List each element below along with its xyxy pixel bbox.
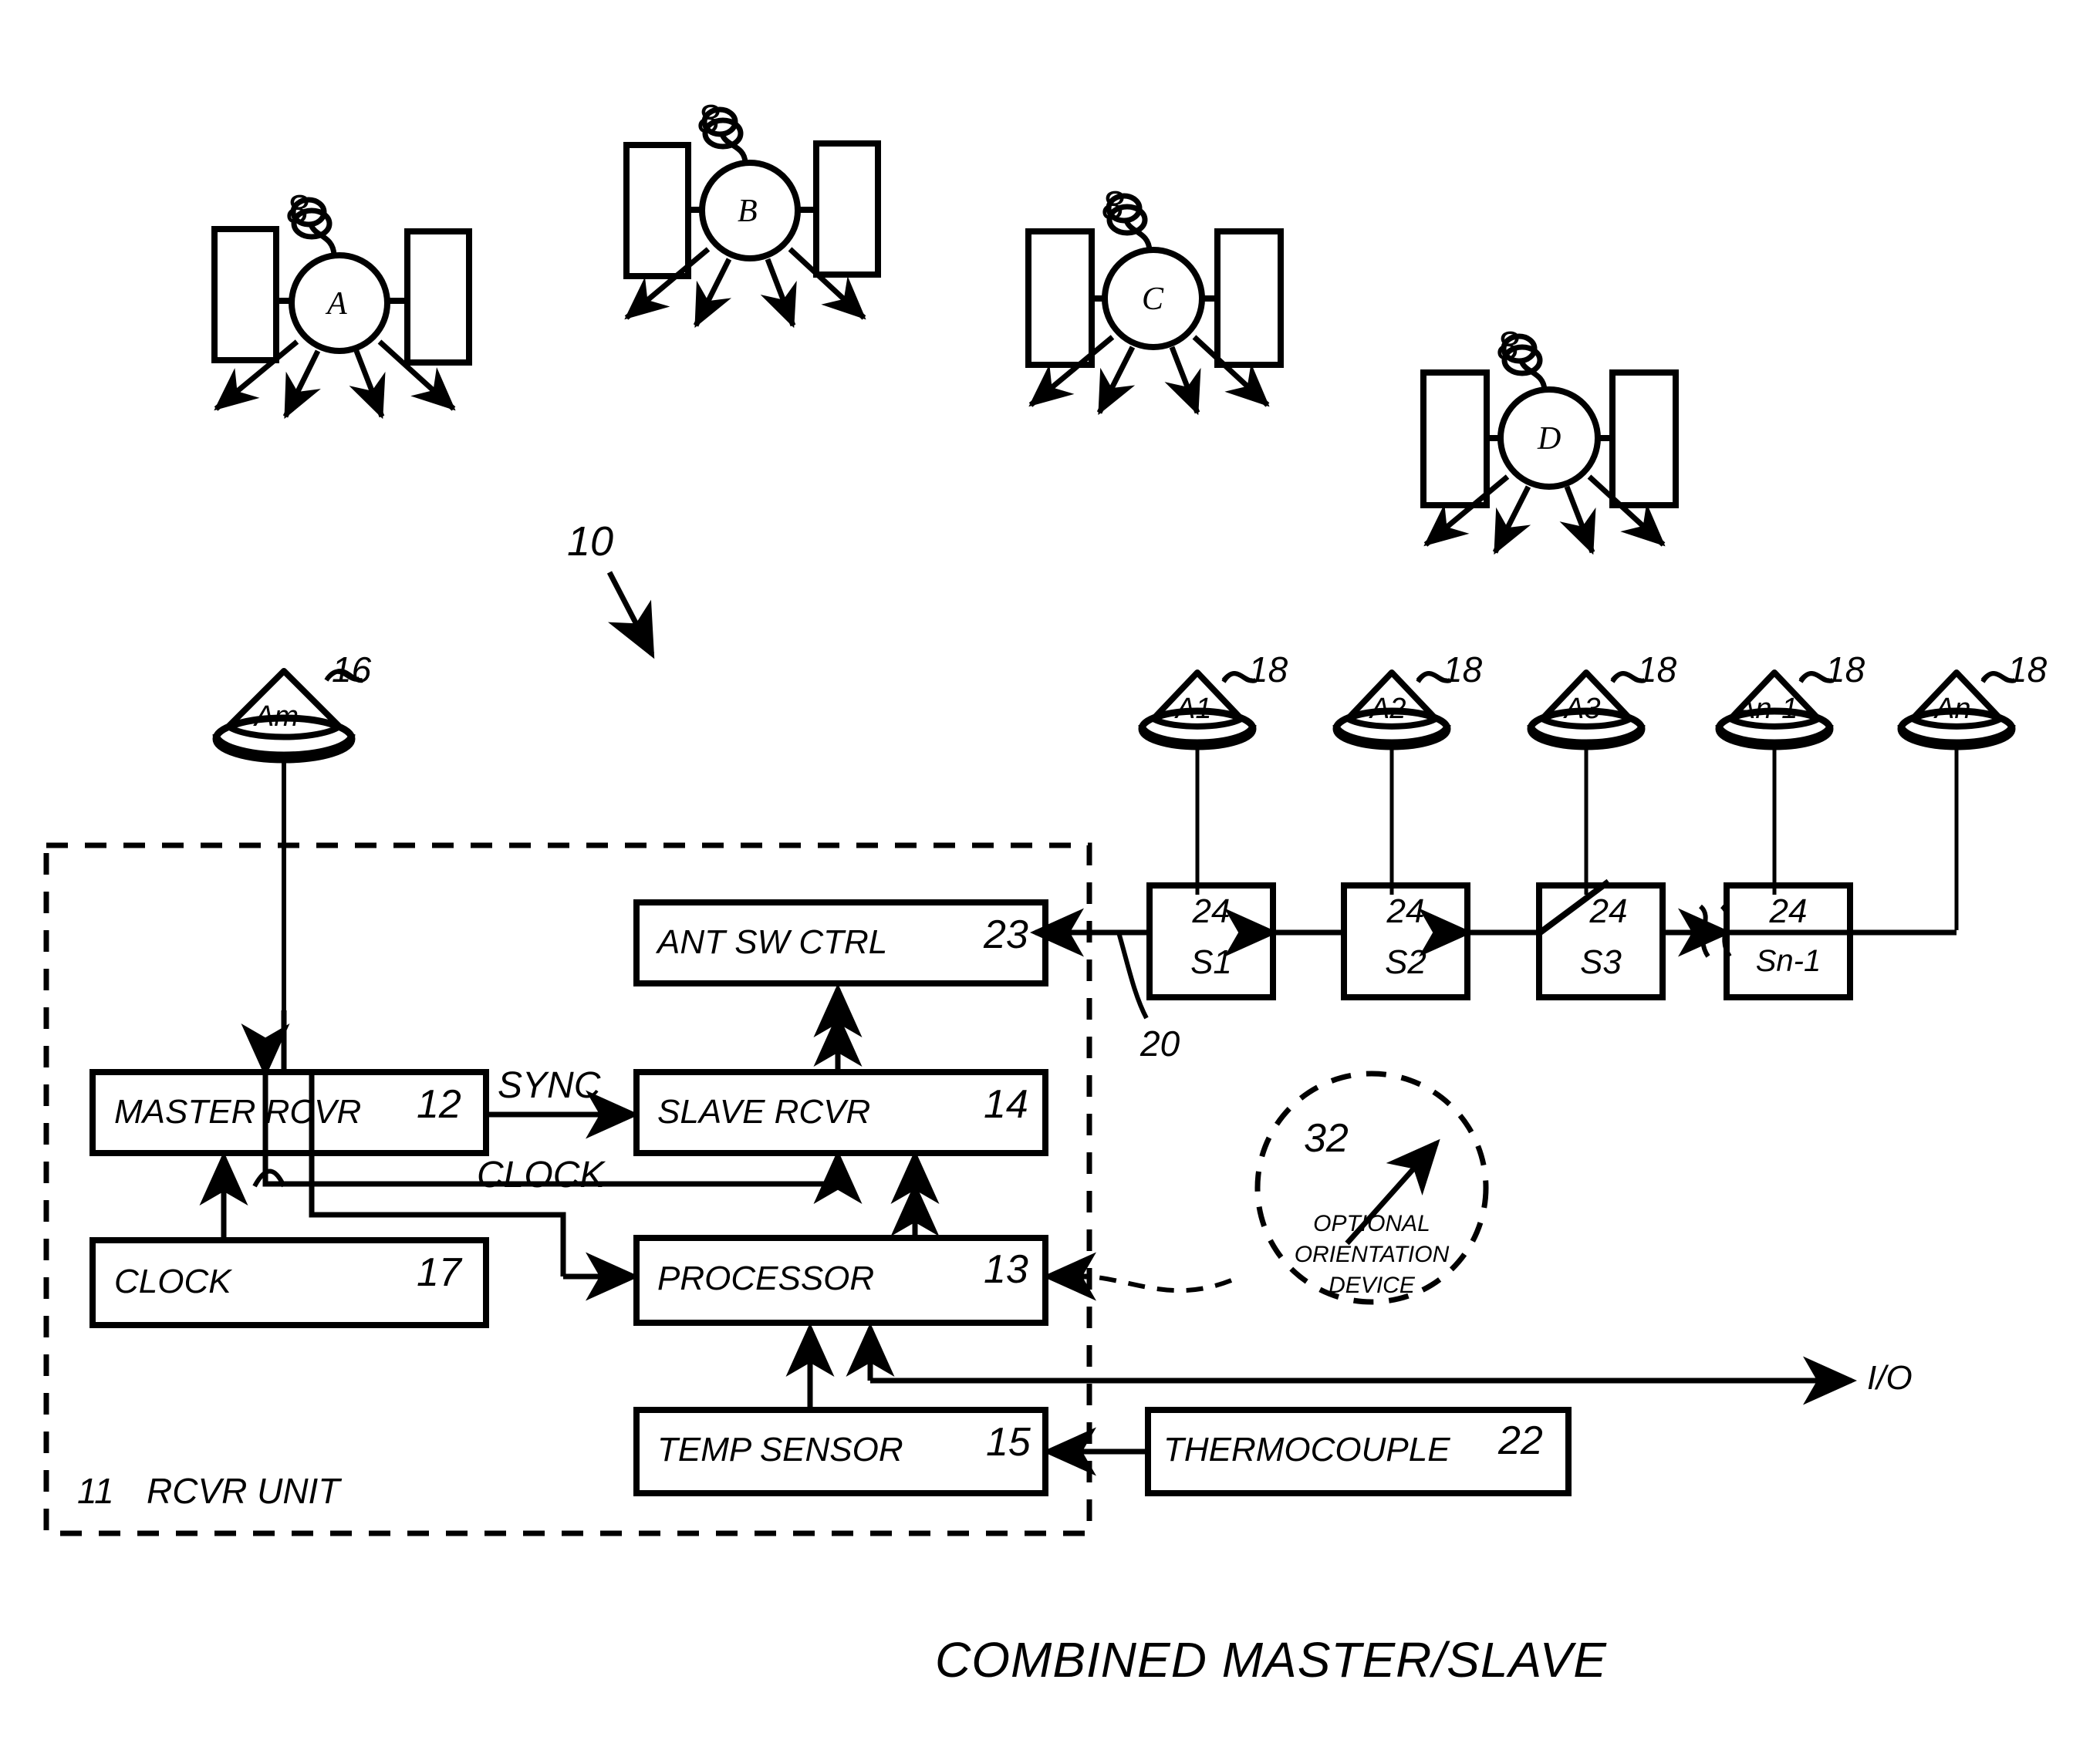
satellite-ref-a: 8 <box>286 187 309 232</box>
switch-label-sn-1[interactable]: Sn-1 <box>1727 946 1850 976</box>
satellite-label-d: D <box>1538 421 1561 457</box>
reference-leaders <box>324 669 2017 683</box>
block-ref-thermocouple: 22 <box>1498 1418 1543 1463</box>
block-ref-ant-sw-ctrl: 23 <box>984 912 1028 957</box>
receiver-unit-ref: 11 <box>77 1471 114 1511</box>
slave-antenna-ref-a2: 18 <box>1443 649 1483 690</box>
satellite-ref-b: 8 <box>697 97 720 142</box>
block-label-temp-sensor[interactable]: TEMP SENSOR <box>657 1433 903 1467</box>
system-ref-leader <box>606 571 655 659</box>
block-label-ant-sw-ctrl[interactable]: ANT SW CTRL <box>657 926 887 959</box>
slave-antenna-label-a1: A1 <box>1176 693 1212 725</box>
slave-antenna-ref-a1: 18 <box>1248 649 1288 690</box>
optional-device-line3: DEVICE <box>1329 1273 1415 1298</box>
block-ref-master-rcvr: 12 <box>417 1082 461 1127</box>
system-reference-number: 10 <box>567 518 614 565</box>
satellite-label-a: A <box>327 286 347 322</box>
slave-antenna-ref-an-1: 18 <box>1825 649 1865 690</box>
block-ref-temp-sensor: 15 <box>986 1420 1031 1465</box>
switch-ref-sn-1: 24 <box>1769 892 1808 930</box>
io-port-label: I/O <box>1867 1359 1913 1397</box>
signal-label-sync: SYNC <box>498 1065 601 1106</box>
block-ref-slave-rcvr: 14 <box>984 1082 1028 1127</box>
switch-label-s3[interactable]: S3 <box>1539 946 1663 980</box>
receiver-unit-label: RCVR UNIT <box>147 1471 340 1511</box>
switch-ref-s3: 24 <box>1589 892 1628 930</box>
master-antenna-ref: 16 <box>332 649 372 690</box>
block-ref-processor: 13 <box>984 1247 1028 1292</box>
satellite-ref-c: 8 <box>1102 184 1124 228</box>
slave-antenna-ref-an: 18 <box>2007 649 2048 690</box>
slave-antenna-label-an-1: An-1 <box>1736 693 1798 725</box>
block-label-processor[interactable]: PROCESSOR <box>657 1262 874 1296</box>
block-ref-clock: 17 <box>417 1250 461 1295</box>
block-label-clock[interactable]: CLOCK <box>114 1265 231 1299</box>
block-label-thermocouple[interactable]: THERMOCOUPLE <box>1163 1433 1450 1467</box>
slave-antenna-label-a2: A2 <box>1370 693 1406 725</box>
slave-antenna-label-a3: A3 <box>1565 693 1601 725</box>
switch-label-s2[interactable]: S2 <box>1344 946 1467 980</box>
optional-device-line1: OPTIONAL <box>1313 1211 1430 1236</box>
slave-antenna-ref-a3: 18 <box>1637 649 1677 690</box>
slave-antenna-label-an: An <box>1935 693 1971 725</box>
block-interconnect-wires <box>199 983 1857 1476</box>
switch-ref-s1: 24 <box>1192 892 1231 930</box>
block-label-master-rcvr[interactable]: MASTER RCVR <box>114 1095 361 1129</box>
satellite-ref-d: 8 <box>1497 324 1519 369</box>
satellite-label-c: C <box>1142 282 1164 317</box>
optional-device-line2: ORIENTATION <box>1294 1242 1450 1267</box>
master-antenna-label: Am <box>255 700 299 733</box>
signal-label-clock: CLOCK <box>477 1155 605 1196</box>
switch-bus-ref: 20 <box>1140 1024 1180 1064</box>
optional-device-ref: 32 <box>1304 1116 1349 1161</box>
satellite-label-b: B <box>738 194 758 229</box>
switch-label-s1[interactable]: S1 <box>1150 946 1273 980</box>
figure-title: COMBINED MASTER/SLAVE <box>935 1632 1607 1688</box>
switch-ref-s2: 24 <box>1386 892 1425 930</box>
patent-figure-canvas: A 8 B 8 C 8 D 8 10 Am 16 A1 18 A2 18 A3 … <box>0 0 2100 1757</box>
block-label-slave-rcvr[interactable]: SLAVE RCVR <box>657 1095 870 1129</box>
